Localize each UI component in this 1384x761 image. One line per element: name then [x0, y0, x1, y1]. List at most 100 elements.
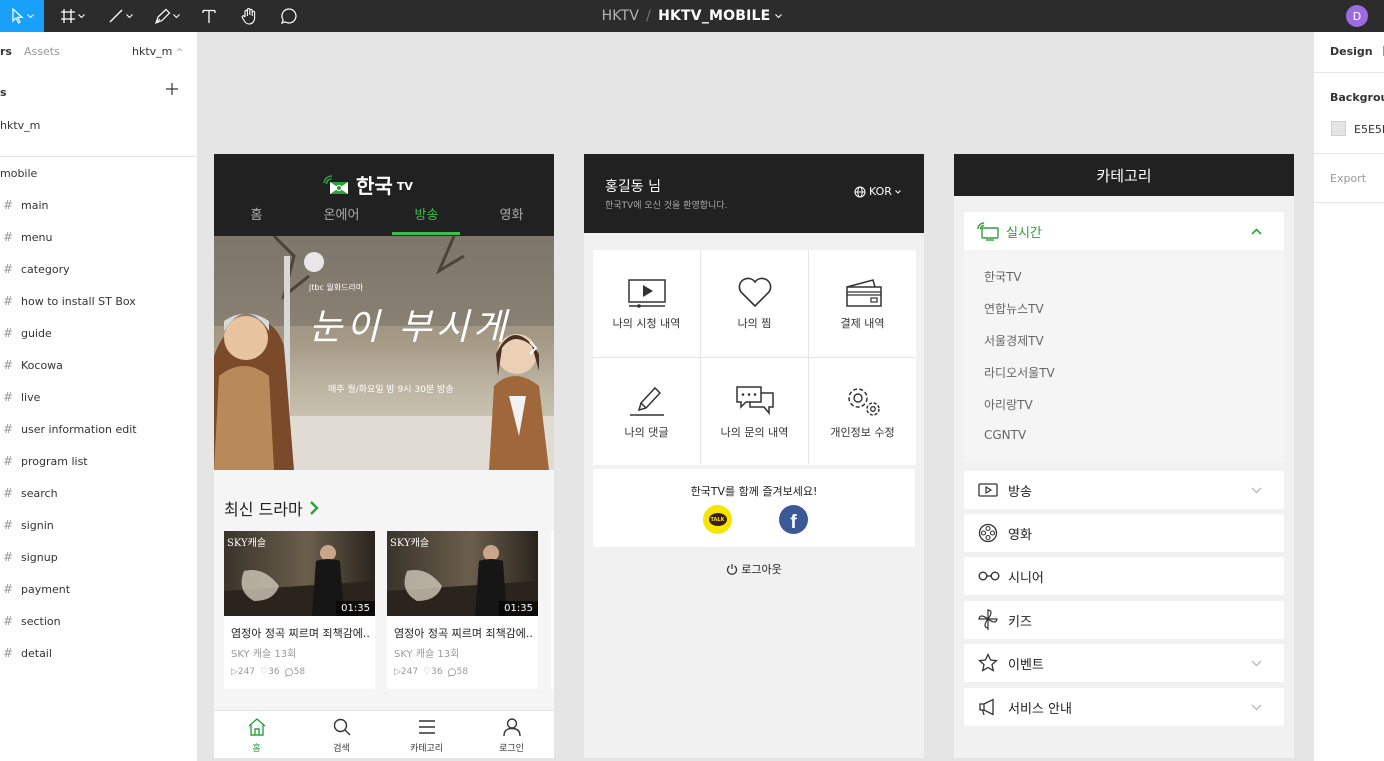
live-channel-item[interactable]: 아리랑TV [984, 396, 1033, 413]
language-selector[interactable]: KOR [854, 185, 901, 198]
section-header[interactable]: 최신 드라마 [224, 496, 319, 520]
bottom-nav-home[interactable]: 홈 [214, 717, 299, 754]
tab-design[interactable]: Design [1330, 45, 1373, 58]
video-card[interactable]: SKY캐슬 01:35 염정아 정곡 찌르며 죄책감에... SKY 캐슬 13회 ▷2… [387, 531, 538, 689]
category-movie[interactable]: 영화 [964, 514, 1284, 552]
category-live-toggle[interactable]: 실시간 [964, 212, 1284, 250]
tab-onair[interactable]: 온에어 [299, 204, 384, 223]
layer-row[interactable]: # category [0, 253, 197, 285]
category-label: 이벤트 [1008, 657, 1044, 673]
banner-channel: jtbc 월화드라마 [309, 283, 364, 292]
layer-row[interactable]: # signin [0, 509, 197, 541]
layer-row[interactable]: # detail [0, 637, 197, 669]
comment-count: 58 [456, 667, 469, 677]
tab-home[interactable]: 홈 [214, 204, 299, 223]
layer-row[interactable]: # Kocowa [0, 349, 197, 381]
banner-schedule: 매주 월/화요일 밤 9시 30분 방송 [328, 385, 454, 395]
page-selector[interactable]: hktv_m ^ [132, 45, 183, 58]
facebook-share-button[interactable]: f [779, 505, 808, 534]
layer-group-mobile[interactable]: mobile [0, 167, 37, 180]
avatar[interactable]: D [1346, 5, 1368, 27]
layer-name: menu [21, 230, 53, 244]
category-service-info[interactable]: 서비스 안내 [964, 688, 1284, 726]
chevron-down-icon[interactable] [775, 13, 783, 19]
layer-row[interactable]: # live [0, 381, 197, 413]
video-player-icon [627, 278, 666, 308]
file-name[interactable]: HKTV_MOBILE [658, 8, 770, 24]
current-page[interactable]: hktv_m [0, 119, 40, 132]
hero-banner[interactable]: jtbc 월화드라마 눈이 부시게 매주 월/화요일 밤 9시 30분 방송 [214, 236, 554, 470]
bottom-nav-login[interactable]: 로그인 [469, 717, 554, 754]
edit-profile-button[interactable]: 개인정보 수정 [809, 358, 916, 465]
tab-movie[interactable]: 영화 [469, 204, 554, 223]
frame-menu[interactable]: 홍길동 님 한국TV에 오신 것을 환영합니다. KOR 나의 시청 내역 나의… [584, 154, 924, 758]
grid-label: 결제 내역 [840, 316, 885, 330]
layer-name: Kocowa [21, 358, 63, 372]
category-event[interactable]: 이벤트 [964, 644, 1284, 682]
layer-row[interactable]: # menu [0, 221, 197, 253]
live-channel-item[interactable]: 서울경제TV [984, 332, 1044, 349]
kakao-share-button[interactable]: TALK [703, 505, 732, 534]
page-selector-label: hktv_m [132, 45, 173, 58]
layer-row[interactable]: # payment [0, 573, 197, 605]
frame-category[interactable]: 카테고리 실시간 한국TV 연합뉴스TV 서울경제TV 라디오서울TV 아리랑TV CGN… [954, 154, 1294, 758]
frame-main[interactable]: 한국 TV 홈 온에어 방송 영화 jtbc 월화드라마 눈이 부시게 매주 월… [214, 154, 554, 758]
tab-layers[interactable]: rs [0, 45, 12, 58]
category-broadcast[interactable]: 방송 [964, 471, 1284, 509]
video-thumbnail[interactable]: SKY캐슬 01:35 [387, 531, 538, 616]
layer-row[interactable]: # section [0, 605, 197, 637]
layer-name: section [21, 614, 61, 628]
user-name: 홍길동 님 [605, 179, 661, 195]
export-label[interactable]: Export [1330, 172, 1366, 185]
add-page-button[interactable] [165, 82, 179, 96]
logo-flag-icon [323, 174, 348, 194]
live-channel-item[interactable]: 라디오서울TV [984, 364, 1055, 381]
menu-header: 홍길동 님 한국TV에 오신 것을 환영합니다. KOR [584, 154, 924, 233]
pages-label: s [0, 86, 7, 99]
my-comments-button[interactable]: 나의 댓글 [593, 358, 700, 465]
payment-history-button[interactable]: 결제 내역 [809, 250, 916, 357]
layer-row[interactable]: # search [0, 477, 197, 509]
tab-broadcast[interactable]: 방송 [384, 204, 469, 223]
gears-icon [847, 387, 880, 416]
layer-row[interactable]: # user information edit [0, 413, 197, 445]
star-icon [978, 653, 1008, 673]
layer-row[interactable]: # signup [0, 541, 197, 573]
video-title: 염정아 정곡 찌르며 죄책감에... [394, 627, 534, 640]
category-label: 시니어 [1008, 570, 1044, 586]
watch-history-button[interactable]: 나의 시청 내역 [593, 250, 700, 357]
video-card-partial[interactable] [551, 531, 554, 689]
my-inquiries-button[interactable]: 나의 문의 내역 [701, 358, 808, 465]
project-name[interactable]: HKTV [602, 8, 640, 24]
banner-illustration [214, 236, 554, 470]
logout-button[interactable]: 로그아웃 [584, 561, 924, 577]
live-channel-item[interactable]: 한국TV [984, 268, 1022, 285]
background-swatch[interactable] [1331, 121, 1346, 136]
language-label: KOR [869, 185, 892, 198]
live-channel-item[interactable]: 연합뉴스TV [984, 300, 1044, 317]
layer-row[interactable]: # how to install ST Box [0, 285, 197, 317]
app-header: 한국 TV 홈 온에어 방송 영화 [214, 154, 554, 236]
category-kids[interactable]: 키즈 [964, 601, 1284, 639]
comment-icon [284, 667, 293, 677]
like-count: ♡36 [423, 667, 443, 677]
layer-name: user information edit [21, 422, 137, 436]
video-thumbnail[interactable]: SKY캐슬 01:35 [224, 531, 375, 616]
pinwheel-icon [978, 609, 1008, 631]
layer-row[interactable]: # program list [0, 445, 197, 477]
chevron-right-icon[interactable] [528, 340, 538, 356]
layer-row[interactable]: # main [0, 189, 197, 221]
live-channel-item[interactable]: CGNTV [984, 428, 1026, 442]
background-hex-input[interactable]: E5E5E [1354, 123, 1384, 136]
video-card[interactable]: SKY캐슬 01:35 염정아 정곡 찌르며 죄책감에... SKY 캐슬 13회 ▷2… [224, 531, 375, 689]
bottom-nav-category[interactable]: 카테고리 [384, 717, 469, 754]
share-text: 한국TV를 함께 즐겨보세요! [690, 485, 818, 498]
layer-name: payment [21, 582, 71, 596]
bottom-nav-search[interactable]: 검색 [299, 717, 384, 754]
tab-assets[interactable]: Assets [24, 45, 60, 58]
layer-row[interactable]: # guide [0, 317, 197, 349]
layer-name: signup [21, 550, 58, 564]
category-senior[interactable]: 시니어 [964, 557, 1284, 595]
logout-label: 로그아웃 [741, 563, 782, 576]
my-favorites-button[interactable]: 나의 찜 [701, 250, 808, 357]
